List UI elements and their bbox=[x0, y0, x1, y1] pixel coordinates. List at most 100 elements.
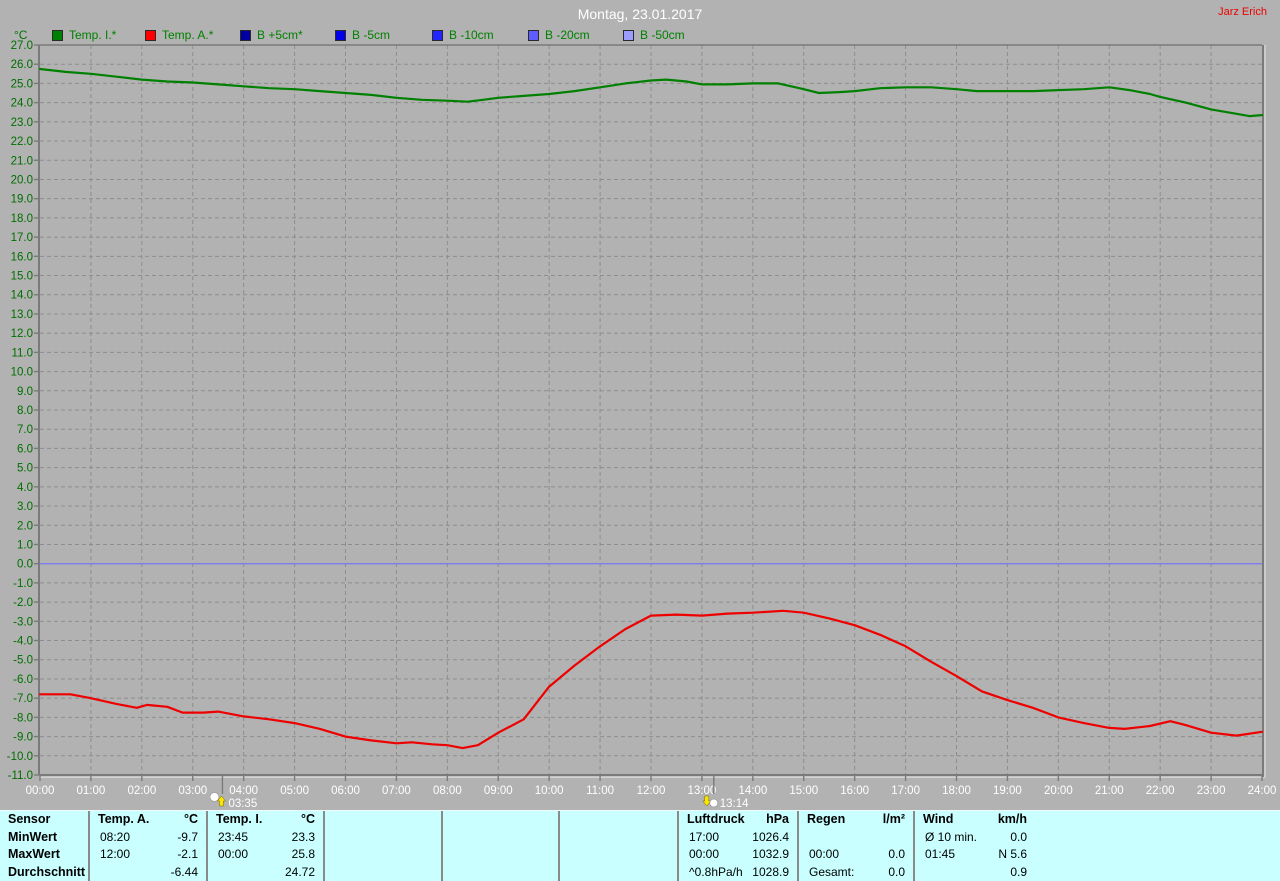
x-tick-label: 08:00 bbox=[433, 785, 462, 797]
table-data-row bbox=[443, 829, 558, 847]
x-tick-label: 09:00 bbox=[484, 785, 513, 797]
table-col-empty-2 bbox=[441, 811, 558, 881]
sensor-name: Luftdruck bbox=[687, 812, 745, 826]
table-col-header: Wind km/h bbox=[915, 811, 1035, 829]
table-col-header: Luftdruck hPa bbox=[679, 811, 797, 829]
y-tick-label: 17.0 bbox=[11, 232, 33, 244]
y-tick-label: 1.0 bbox=[17, 539, 33, 551]
y-tick-label: 4.0 bbox=[17, 482, 33, 494]
sensor-unit: hPa bbox=[766, 812, 789, 826]
x-tick-label: 06:00 bbox=[331, 785, 360, 797]
table-data-row bbox=[560, 829, 677, 847]
table-col-header bbox=[560, 811, 677, 829]
y-tick-label: -9.0 bbox=[13, 732, 33, 744]
y-tick-label: 3.0 bbox=[17, 501, 33, 513]
x-tick-label: 15:00 bbox=[789, 785, 818, 797]
x-tick-label: 17:00 bbox=[891, 785, 920, 797]
stat-time: 12:00 bbox=[100, 847, 131, 861]
x-tick-label: 19:00 bbox=[993, 785, 1022, 797]
table-data-row: 00:00 0.0 bbox=[799, 846, 913, 864]
stat-time: 00:00 bbox=[689, 847, 720, 861]
table-data-row: Gesamt: 0.0 bbox=[799, 864, 913, 881]
x-tick-label: 11:00 bbox=[586, 785, 614, 797]
table-data-row: ^0.8hPa/h 1028.9 bbox=[679, 864, 797, 881]
stat-time: Gesamt: bbox=[809, 864, 855, 879]
table-data-row: 01:45 N 5.6 bbox=[915, 846, 1035, 864]
y-tick-label: 18.0 bbox=[11, 213, 33, 225]
table-data-row bbox=[325, 829, 441, 847]
stat-value: 1028.9 bbox=[752, 864, 789, 879]
table-col-header: Regen l/m² bbox=[799, 811, 913, 829]
table-data-row: 12:00 -2.1 bbox=[90, 846, 206, 864]
y-tick-label: -7.0 bbox=[13, 693, 33, 705]
y-tick-label: 25.0 bbox=[11, 78, 33, 90]
stat-value: 24.72 bbox=[284, 864, 315, 879]
x-tick-label: 12:00 bbox=[637, 785, 666, 797]
table-row-label: Sensor bbox=[8, 812, 51, 826]
y-tick-label: 27.0 bbox=[11, 40, 33, 52]
marker-time-label: 03:35 bbox=[228, 798, 257, 810]
stat-value: 0.0 bbox=[1010, 829, 1027, 844]
sensor-name: Temp. I. bbox=[216, 812, 263, 826]
table-data-row bbox=[325, 846, 441, 864]
stat-value: 1026.4 bbox=[752, 829, 789, 844]
table-data-row: -6.44 bbox=[90, 864, 206, 881]
table-data-row bbox=[325, 864, 441, 881]
table-data-row bbox=[443, 864, 558, 881]
sensor-unit: l/m² bbox=[882, 812, 905, 826]
y-tick-label: 8.0 bbox=[17, 405, 33, 417]
x-tick-label: 05:00 bbox=[280, 785, 309, 797]
y-tick-label: -4.0 bbox=[13, 636, 33, 648]
x-tick-label: 16:00 bbox=[840, 785, 869, 797]
y-tick-label: 21.0 bbox=[11, 155, 33, 167]
stat-time: 00:00 bbox=[218, 847, 249, 861]
table-col-header: Temp. I. °C bbox=[208, 811, 323, 829]
x-tick-label: 13:00 bbox=[688, 785, 717, 797]
y-tick-label: 19.0 bbox=[11, 194, 33, 206]
stat-time: 01:45 bbox=[925, 847, 956, 861]
table-data-row: 08:20 -9.7 bbox=[90, 829, 206, 847]
stat-time: 23:45 bbox=[218, 829, 249, 844]
x-tick-label: 10:00 bbox=[535, 785, 564, 797]
sensor-unit: °C bbox=[183, 812, 198, 826]
table-data-row bbox=[560, 846, 677, 864]
table-row-label: MinWert bbox=[8, 829, 58, 844]
y-tick-label: -2.0 bbox=[13, 597, 33, 609]
stat-value: -6.44 bbox=[170, 864, 198, 879]
table-row-label: MaxWert bbox=[8, 847, 60, 861]
sensor-unit: km/h bbox=[997, 812, 1027, 826]
x-tick-label: 02:00 bbox=[127, 785, 156, 797]
sensor-name: Temp. A. bbox=[98, 812, 150, 826]
table-col-temp-i: Temp. I. °C 23:45 23.3 00:00 25.8 24.72 bbox=[206, 811, 323, 881]
table-data-row: 00:00 1032.9 bbox=[679, 846, 797, 864]
sensor-unit: °C bbox=[300, 812, 315, 826]
x-tick-label: 03:00 bbox=[178, 785, 207, 797]
y-tick-label: 5.0 bbox=[17, 463, 33, 475]
y-tick-label: 10.0 bbox=[11, 367, 33, 379]
stat-value: N 5.6 bbox=[998, 847, 1027, 861]
y-tick-label: 23.0 bbox=[11, 117, 33, 129]
temperature-chart-canvas[interactable]: 27.0 26.0 25.0 24.0 23.0 22.0 21.0 20.0 19.0 18.0… bbox=[0, 0, 1280, 810]
y-tick-label: -3.0 bbox=[13, 616, 33, 628]
table-col-empty-3 bbox=[558, 811, 677, 881]
stat-time: ^0.8hPa/h bbox=[689, 864, 743, 879]
y-tick-label: -6.0 bbox=[13, 674, 33, 686]
table-col-header: Temp. A. °C bbox=[90, 811, 206, 829]
x-tick-label: 00:00 bbox=[26, 785, 55, 797]
weather-day-chart-window: Montag, 23.01.2017 Jarz Erich °C Temp. I… bbox=[0, 0, 1280, 881]
y-tick-label: 14.0 bbox=[11, 290, 33, 302]
stat-time: 00:00 bbox=[809, 847, 840, 861]
table-data-row: 00:00 25.8 bbox=[208, 846, 323, 864]
table-data-row: 24.72 bbox=[208, 864, 323, 881]
x-tick-label: 21:00 bbox=[1095, 785, 1124, 797]
table-col-luftdruck: Luftdruck hPa 17:00 1026.4 00:00 1032.9 ^0.8hP… bbox=[677, 811, 797, 881]
y-tick-label: 16.0 bbox=[11, 251, 33, 263]
stat-time: 17:00 bbox=[689, 829, 720, 844]
table-data-row: Ø 10 min. 0.0 bbox=[915, 829, 1035, 847]
y-tick-label: -1.0 bbox=[13, 578, 33, 590]
table-col-row-labels: Sensor MinWert MaxWert Durchschnitt bbox=[0, 811, 88, 881]
stat-value: -2.1 bbox=[177, 847, 198, 861]
x-tick-label: 24:00 bbox=[1248, 785, 1277, 797]
y-tick-label: -5.0 bbox=[13, 655, 33, 667]
marker-time-label: 13:14 bbox=[720, 798, 749, 810]
